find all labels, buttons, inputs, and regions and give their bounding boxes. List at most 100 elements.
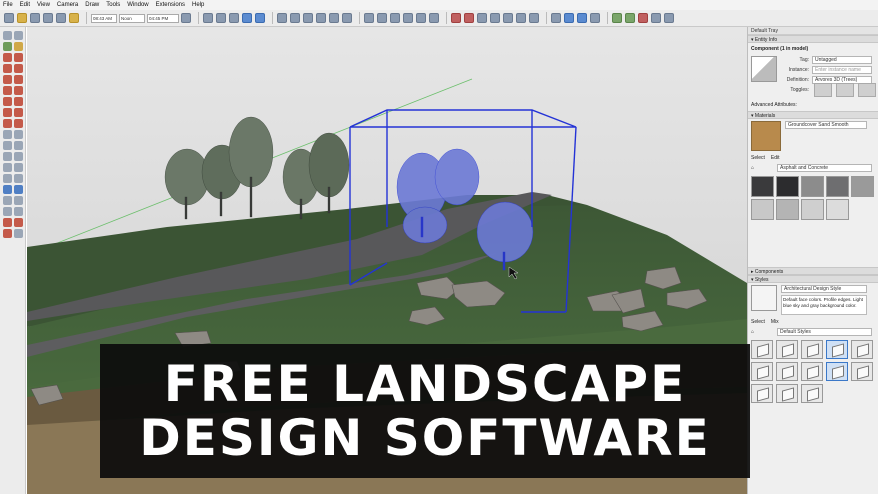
extension-manager-icon[interactable] xyxy=(664,13,674,23)
left-view-icon[interactable] xyxy=(342,13,352,23)
eraser-tool-icon[interactable] xyxy=(14,42,23,51)
menu-extensions[interactable]: Extensions xyxy=(156,2,185,8)
wireframe-icon[interactable] xyxy=(377,13,387,23)
offset-icon[interactable] xyxy=(14,119,23,128)
warehouse-icon[interactable] xyxy=(3,218,12,227)
rotate-icon[interactable] xyxy=(3,108,12,117)
select-tool-icon[interactable] xyxy=(4,13,14,23)
front-view-icon[interactable] xyxy=(303,13,313,23)
style-thumbnail[interactable] xyxy=(851,340,873,359)
shadow-toggle-icon[interactable] xyxy=(858,83,876,97)
rotated-rectangle-icon[interactable] xyxy=(14,64,23,73)
menu-help[interactable]: Help xyxy=(192,2,204,8)
lasso-icon[interactable] xyxy=(14,31,23,40)
style-thumbnail[interactable] xyxy=(801,340,823,359)
rectangle-tool-icon[interactable] xyxy=(56,13,66,23)
move-icon[interactable] xyxy=(3,97,12,106)
material-swatch[interactable] xyxy=(776,176,799,197)
style-thumbnail-selected[interactable] xyxy=(826,340,848,359)
previous-view-icon[interactable] xyxy=(255,13,265,23)
display-section-planes-icon[interactable] xyxy=(564,13,574,23)
pan-icon[interactable] xyxy=(216,13,226,23)
tape-measure-icon[interactable] xyxy=(3,130,12,139)
entity-info-header[interactable]: ▾ Entity Info xyxy=(748,35,878,43)
instance-input[interactable]: Enter instance name xyxy=(812,66,872,74)
add-detail-icon[interactable] xyxy=(516,13,526,23)
sandbox-from-contours-icon[interactable] xyxy=(451,13,461,23)
display-section-cuts-icon[interactable] xyxy=(577,13,587,23)
top-view-icon[interactable] xyxy=(290,13,300,23)
zoom-icon[interactable] xyxy=(229,13,239,23)
text-icon[interactable] xyxy=(14,141,23,150)
style-thumbnail[interactable] xyxy=(801,384,823,403)
material-swatch[interactable] xyxy=(826,176,849,197)
pan-tool-icon[interactable] xyxy=(14,163,23,172)
protractor-icon[interactable] xyxy=(3,141,12,150)
material-name-field[interactable]: Groundcover Sand Smooth xyxy=(785,121,867,129)
extension-icon[interactable] xyxy=(3,229,12,238)
styles-tab-mix[interactable]: Mix xyxy=(771,319,779,325)
geo-location-icon[interactable] xyxy=(612,13,622,23)
shadow-time-start[interactable]: 08:43 AM xyxy=(91,13,117,23)
flip-edge-icon[interactable] xyxy=(529,13,539,23)
back-view-icon[interactable] xyxy=(329,13,339,23)
zoom-window-icon[interactable] xyxy=(14,174,23,183)
axes-icon[interactable] xyxy=(3,152,12,161)
style-library-select[interactable]: Default Styles xyxy=(777,328,872,336)
style-thumbnail[interactable] xyxy=(776,362,798,381)
xray-icon[interactable] xyxy=(364,13,374,23)
material-library-select[interactable]: Asphalt and Concrete xyxy=(777,164,872,172)
walk-icon[interactable] xyxy=(3,207,12,216)
menu-draw[interactable]: Draw xyxy=(85,2,99,8)
select-arrow-icon[interactable] xyxy=(3,31,12,40)
textured-icon[interactable] xyxy=(416,13,426,23)
material-swatch[interactable] xyxy=(826,199,849,220)
layout-icon[interactable] xyxy=(651,13,661,23)
section-plane-icon[interactable] xyxy=(551,13,561,23)
share-model-icon[interactable] xyxy=(14,218,23,227)
style-thumbnail[interactable] xyxy=(776,384,798,403)
hidden-line-icon[interactable] xyxy=(390,13,400,23)
arc-icon[interactable] xyxy=(3,86,12,95)
home-icon[interactable]: ⌂ xyxy=(751,165,759,171)
materials-header[interactable]: ▾ Materials xyxy=(748,111,878,119)
rectangle-icon[interactable] xyxy=(3,64,12,73)
paint-bucket-icon[interactable] xyxy=(69,13,79,23)
polygon-icon[interactable] xyxy=(14,75,23,84)
shadows-icon[interactable] xyxy=(181,13,191,23)
material-swatch[interactable] xyxy=(751,176,774,197)
previous-icon[interactable] xyxy=(14,185,23,194)
iso-view-icon[interactable] xyxy=(277,13,287,23)
material-swatch[interactable] xyxy=(801,199,824,220)
shaded-icon[interactable] xyxy=(403,13,413,23)
freehand-icon[interactable] xyxy=(14,53,23,62)
pencil-icon[interactable] xyxy=(3,53,12,62)
style-thumbnail[interactable] xyxy=(751,340,773,359)
push-pull-icon[interactable] xyxy=(14,97,23,106)
circle-icon[interactable] xyxy=(3,75,12,84)
style-thumbnail[interactable] xyxy=(776,340,798,359)
zoom-tool-icon[interactable] xyxy=(3,174,12,183)
shadow-time-end[interactable]: 04:45 PM xyxy=(147,13,179,23)
materials-tab-select[interactable]: Select xyxy=(751,155,765,161)
drape-icon[interactable] xyxy=(503,13,513,23)
style-thumbnail[interactable] xyxy=(826,362,848,381)
menu-edit[interactable]: Edit xyxy=(20,2,30,8)
arc-tool-icon[interactable] xyxy=(43,13,53,23)
menu-view[interactable]: View xyxy=(37,2,50,8)
zoom-extents-icon[interactable] xyxy=(242,13,252,23)
orbit-tool-icon[interactable] xyxy=(3,163,12,172)
line-tool-icon[interactable] xyxy=(30,13,40,23)
style-thumbnail[interactable] xyxy=(851,362,873,381)
3d-warehouse-icon[interactable] xyxy=(625,13,635,23)
smoove-icon[interactable] xyxy=(477,13,487,23)
styles-tab-select[interactable]: Select xyxy=(751,319,765,325)
style-name-field[interactable]: Architectural Design Style xyxy=(781,285,867,293)
advanced-attributes[interactable]: Advanced Attributes: xyxy=(751,102,797,108)
pie-icon[interactable] xyxy=(14,86,23,95)
stamp-icon[interactable] xyxy=(490,13,500,23)
section-icon[interactable] xyxy=(14,207,23,216)
materials-tab-edit[interactable]: Edit xyxy=(771,155,780,161)
menu-window[interactable]: Window xyxy=(127,2,148,8)
3d-text-icon[interactable] xyxy=(14,152,23,161)
